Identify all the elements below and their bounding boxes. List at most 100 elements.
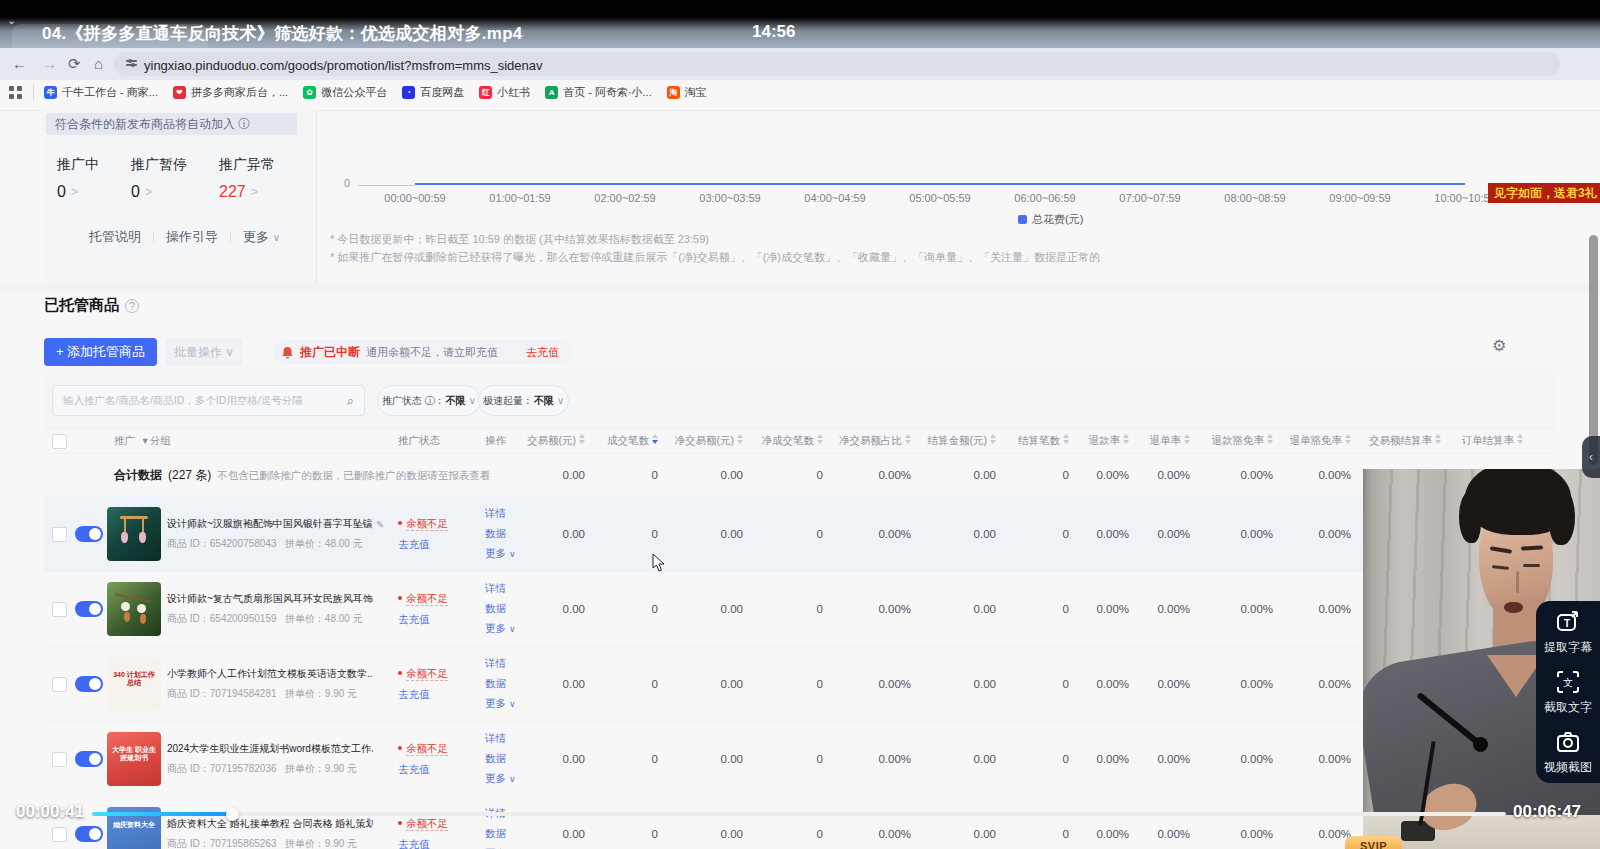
stat-link[interactable]: 操作引导	[166, 228, 218, 246]
promotion-toggle[interactable]	[75, 826, 103, 842]
col-metric[interactable]: 交易额(元)	[537, 434, 592, 448]
promotion-toggle[interactable]	[75, 676, 103, 692]
reload-icon[interactable]: ⟳	[68, 55, 81, 73]
row-recharge-link[interactable]: 去充值	[398, 763, 465, 777]
bookmark-item[interactable]: A首页 - 阿奇索·小...	[545, 85, 652, 100]
bookmark-item[interactable]: ❤拼多多商家后台，...	[173, 85, 288, 100]
promo-banner[interactable]: 见字如面，送君3礼	[1488, 183, 1600, 203]
select-all-checkbox[interactable]	[52, 434, 67, 449]
stat-value[interactable]: 0>	[131, 183, 187, 201]
detail-link[interactable]: 详情	[485, 582, 537, 596]
promotion-toggle[interactable]	[75, 751, 103, 767]
product-title[interactable]: 婚庆资料大全 婚礼接单教程 合同表格 婚礼策划...	[167, 817, 389, 831]
col-metric[interactable]: 交易额结算率	[1358, 434, 1448, 448]
col-metric[interactable]: 结算金额(元)	[918, 434, 1003, 448]
back-icon[interactable]: ←	[12, 55, 27, 72]
col-metric[interactable]: 订单结算率	[1448, 434, 1530, 448]
more-link[interactable]: 更多 ∨	[485, 547, 537, 561]
product-title[interactable]: 2024大学生职业生涯规划书word模板范文工作...	[167, 742, 389, 756]
col-metric[interactable]: 成交笔数	[592, 434, 665, 448]
col-metric[interactable]: 退单豁免率	[1280, 434, 1358, 448]
detail-link[interactable]: 详情	[485, 507, 537, 521]
data-link[interactable]: 数据	[485, 602, 537, 616]
stat-more-link[interactable]: 更多 ∨	[243, 228, 280, 246]
product-title[interactable]: 设计师款~复古气质扇形国风耳环女民族风耳饰...	[167, 592, 389, 606]
search-icon[interactable]: ⌕	[347, 393, 354, 409]
add-managed-product-button[interactable]: + 添加托管商品	[44, 338, 157, 366]
col-metric[interactable]: 退款率	[1076, 434, 1136, 448]
stat-value[interactable]: 0>	[57, 183, 99, 201]
player-progress-track[interactable]	[92, 812, 1506, 816]
chart-note-1: * 今日数据更新中；昨日截至 10:59 的数据 (其中结算效果指标数据截至 2…	[330, 232, 709, 247]
status-badge[interactable]: 余额不足	[398, 742, 465, 756]
col-metric[interactable]: 净成交笔数	[750, 434, 830, 448]
gear-icon[interactable]: ⚙	[1492, 336, 1506, 355]
row-checkbox[interactable]	[52, 677, 67, 692]
col-metric[interactable]: 退款豁免率	[1197, 434, 1280, 448]
detail-link[interactable]: 详情	[485, 732, 537, 746]
filter-speed-boost[interactable]: 极速起量：不限∨	[478, 385, 569, 416]
stat-link[interactable]: 托管说明	[89, 228, 141, 246]
promotion-toggle[interactable]	[75, 526, 103, 542]
col-metric[interactable]: 净交易额占比	[830, 434, 918, 448]
status-badge[interactable]: 余额不足	[398, 667, 465, 681]
recharge-link[interactable]: 去充值	[526, 345, 559, 360]
edit-icon[interactable]: ✎	[376, 519, 384, 530]
col-metric[interactable]: 净交易额(元)	[665, 434, 750, 448]
row-recharge-link[interactable]: 去充值	[398, 538, 465, 552]
more-link[interactable]: 更多 ∨	[485, 622, 537, 636]
bookmark-item[interactable]: 淘淘宝	[667, 85, 707, 100]
apps-grid-icon[interactable]	[8, 85, 23, 100]
bookmark-item[interactable]: 牛千牛工作台 - 商家...	[44, 85, 158, 100]
col-metric[interactable]: 退单率	[1136, 434, 1197, 448]
batch-operation-button[interactable]: 批量操作 ∨	[165, 338, 243, 366]
more-link[interactable]: 更多 ∨	[485, 697, 537, 711]
product-title[interactable]: 小学教师个人工作计划范文模板英语语文数学...	[167, 667, 389, 681]
status-badge[interactable]: 余额不足	[398, 517, 465, 531]
search-input[interactable]: 输入推广名/商品名/商品ID，多个ID用空格/逗号分隔 ⌕	[52, 385, 365, 416]
promotion-toggle[interactable]	[75, 601, 103, 617]
product-title[interactable]: 设计师款~汉服旗袍配饰中国风银针喜字耳坠镶...✎	[167, 517, 389, 531]
player-progress-knob[interactable]	[226, 808, 239, 821]
row-value: 0.00%	[1197, 753, 1280, 765]
scrollbar-thumb[interactable]	[1589, 235, 1598, 465]
row-checkbox[interactable]	[52, 752, 67, 767]
video-tool-extract-subtitles[interactable]: T提取字幕	[1544, 609, 1592, 656]
chart-note-2: * 如果推广在暂停或删除前已经获得了曝光，那么在暂停或重建后展示「(净)交易额」…	[330, 250, 1100, 265]
row-recharge-link[interactable]: 去充值	[398, 688, 465, 702]
table-row: 婚庆资料大全 婚庆资料大全 婚礼接单教程 合同表格 婚礼策划... 商品 ID：…	[44, 796, 1556, 849]
bookmark-item[interactable]: ◔百度网盘	[402, 85, 464, 100]
data-link[interactable]: 数据	[485, 752, 537, 766]
site-info-icon[interactable]	[126, 58, 137, 69]
data-link[interactable]: 数据	[485, 827, 537, 841]
stat-item[interactable]: 推广中 0>	[57, 156, 99, 201]
forward-icon[interactable]: →	[42, 55, 57, 72]
row-recharge-link[interactable]: 去充值	[398, 838, 465, 849]
home-icon[interactable]: ⌂	[94, 55, 103, 72]
row-recharge-link[interactable]: 去充值	[398, 613, 465, 627]
video-tool-video-screenshot[interactable]: 视频截图	[1544, 729, 1592, 776]
stat-item[interactable]: 推广暂停 0>	[131, 156, 187, 201]
data-link[interactable]: 数据	[485, 527, 537, 541]
status-badge[interactable]: 余额不足	[398, 592, 465, 606]
col-metric[interactable]: 结算笔数	[1003, 434, 1076, 448]
player-total-time: 00:06:47	[1513, 802, 1581, 822]
data-link[interactable]: 数据	[485, 677, 537, 691]
more-link[interactable]: 更多 ∨	[485, 772, 537, 786]
help-icon[interactable]: ?	[125, 299, 139, 313]
row-checkbox[interactable]	[52, 527, 67, 542]
stat-value[interactable]: 227>	[219, 183, 275, 201]
stat-item[interactable]: 推广异常 227>	[219, 156, 275, 201]
row-checkbox[interactable]	[52, 602, 67, 617]
detail-link[interactable]: 详情	[485, 657, 537, 671]
filter-promotion-status[interactable]: 推广状态 ⓘ：不限∨	[377, 385, 481, 416]
status-badge[interactable]: 余额不足	[398, 817, 465, 831]
video-tool-capture-text[interactable]: 文截取文字	[1544, 669, 1592, 716]
bookmark-item[interactable]: 红小红书	[479, 85, 530, 100]
chevron-down-icon[interactable]: ⌄	[7, 14, 16, 27]
col-product[interactable]: 推广 ▼分组	[75, 434, 390, 448]
stats-card-divider	[316, 110, 317, 283]
collapse-handle[interactable]: ‹	[1582, 436, 1600, 478]
row-checkbox[interactable]	[52, 827, 67, 842]
bookmark-item[interactable]: ✿微信公众平台	[303, 85, 387, 100]
